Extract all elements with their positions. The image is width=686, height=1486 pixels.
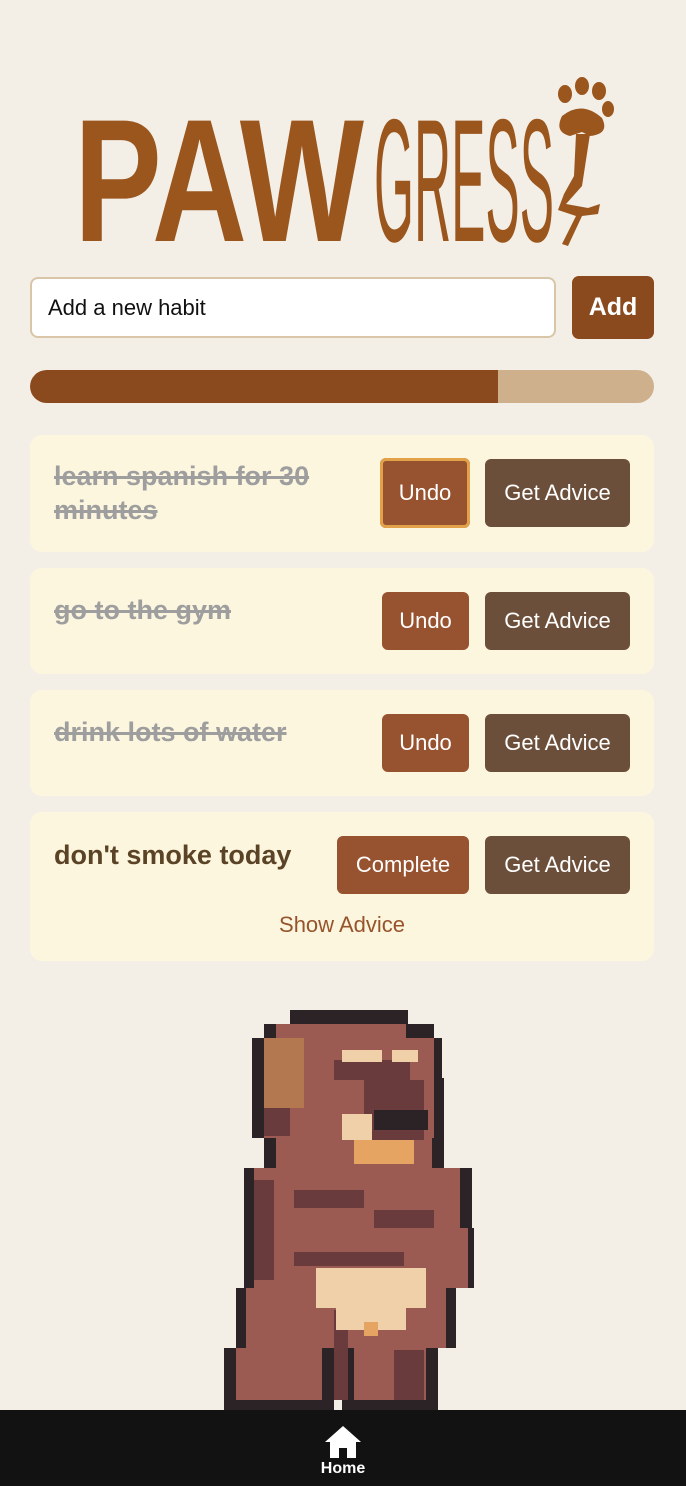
get-advice-button[interactable]: Get Advice xyxy=(485,592,630,650)
add-habit-form: Add xyxy=(30,276,654,339)
nav-home-label: Home xyxy=(320,1460,366,1477)
progress-bar xyxy=(30,370,654,403)
get-advice-button[interactable]: Get Advice xyxy=(485,714,630,772)
habit-title: don't smoke today xyxy=(54,840,292,870)
add-habit-button[interactable]: Add xyxy=(572,276,654,339)
undo-button[interactable]: Undo xyxy=(380,458,470,528)
undo-button[interactable]: Undo xyxy=(382,714,469,772)
progress-bar-fill xyxy=(30,370,498,403)
habit-title: drink lots of water xyxy=(54,717,287,747)
get-advice-button[interactable]: Get Advice xyxy=(485,459,630,527)
nav-home-tab[interactable]: Home xyxy=(300,1420,386,1486)
habit-card: learn spanish for 30 minutes Undo Get Ad… xyxy=(30,435,654,552)
undo-button[interactable]: Undo xyxy=(382,592,469,650)
logo-primary-text: PAW xyxy=(74,84,364,252)
pixel-dog-mascot xyxy=(224,1010,474,1410)
home-icon xyxy=(325,1426,361,1458)
habit-title: learn spanish for 30 minutes xyxy=(54,461,310,525)
habit-card: drink lots of water Undo Get Advice xyxy=(30,690,654,796)
habit-card: go to the gym Undo Get Advice xyxy=(30,568,654,674)
logo-secondary-text: GRESS xyxy=(374,84,554,252)
new-habit-input[interactable] xyxy=(30,277,556,338)
bottom-navigation: Home xyxy=(0,1410,686,1486)
show-advice-link[interactable]: Show Advice xyxy=(30,912,654,938)
habit-title: go to the gym xyxy=(54,595,231,625)
complete-button[interactable]: Complete xyxy=(337,836,469,894)
paw-figure-icon xyxy=(558,77,614,246)
habit-card: don't smoke today Complete Get Advice Sh… xyxy=(30,812,654,961)
app-logo: PAW GRESS xyxy=(70,76,620,252)
get-advice-button[interactable]: Get Advice xyxy=(485,836,630,894)
